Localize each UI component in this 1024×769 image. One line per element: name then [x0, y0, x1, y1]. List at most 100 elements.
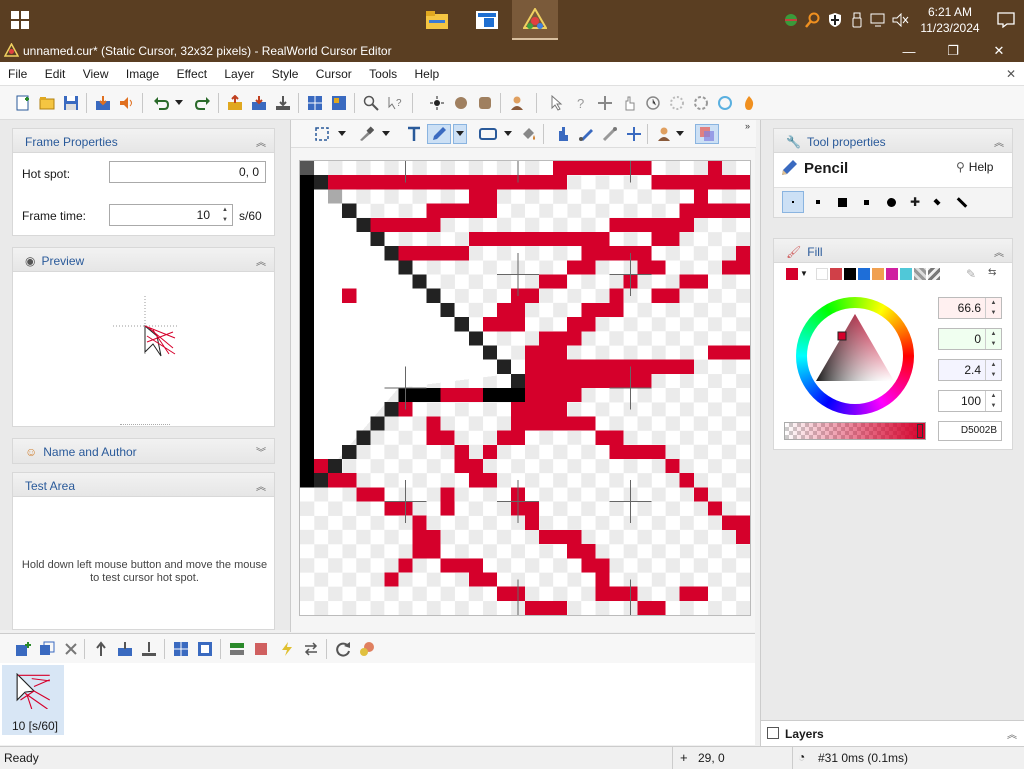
collapse-chevron-icon[interactable]: ︽: [256, 478, 266, 493]
effect-sparkle-icon[interactable]: [428, 94, 446, 112]
palette-grid-icon[interactable]: [330, 94, 348, 112]
color-picker-icon[interactable]: ✎: [966, 267, 976, 281]
swatch-pattern-1[interactable]: [914, 268, 926, 280]
search-tray-icon[interactable]: [802, 0, 824, 40]
frame-grid-icon[interactable]: [172, 640, 190, 658]
alpha-field[interactable]: 100 ▲ ▼: [938, 390, 1002, 412]
toolbar-overflow-icon[interactable]: »: [745, 121, 750, 131]
swatch-pattern-2[interactable]: [928, 268, 940, 280]
profile-dropdown-icon[interactable]: [675, 125, 685, 143]
brush-size-3[interactable]: [838, 198, 847, 207]
rectangle-tool-icon[interactable]: [479, 125, 497, 143]
swatch-orange[interactable]: [872, 268, 884, 280]
swap-frames-icon[interactable]: [302, 640, 320, 658]
security-shield-icon[interactable]: [824, 0, 846, 40]
menu-effect[interactable]: Effect: [177, 62, 207, 81]
menu-layer[interactable]: Layer: [224, 62, 254, 81]
expand-chevron-icon[interactable]: ︽: [1007, 726, 1017, 741]
loading-ring-icon[interactable]: [692, 94, 710, 112]
eyedropper-icon[interactable]: [357, 125, 375, 143]
brush-size-5[interactable]: [887, 198, 896, 207]
frame-effect-icon[interactable]: [278, 640, 296, 658]
maximize-button[interactable]: ❐: [930, 40, 976, 62]
delete-frame-icon[interactable]: [62, 640, 80, 658]
busy-cursor-icon[interactable]: [644, 94, 662, 112]
brush-size-4[interactable]: [864, 200, 869, 205]
collapse-chevron-icon[interactable]: ︽: [994, 134, 1004, 149]
merge-icon[interactable]: [274, 94, 292, 112]
color-wheel[interactable]: [796, 297, 914, 415]
current-color-swatch[interactable]: [786, 268, 798, 280]
layers-panel-header[interactable]: Layers ︽: [761, 720, 1024, 746]
grid-icon[interactable]: [306, 94, 324, 112]
app-window-icon[interactable]: [464, 0, 510, 40]
hotspot-tool-icon[interactable]: [625, 125, 643, 143]
menu-image[interactable]: Image: [126, 62, 159, 81]
pencil-tool-icon[interactable]: [427, 124, 451, 144]
name-author-header[interactable]: ☺ Name and Author ︾: [13, 439, 274, 463]
network-app-icon[interactable]: [780, 0, 802, 40]
swatch-blue[interactable]: [858, 268, 870, 280]
eyedropper-dropdown-icon[interactable]: [381, 125, 391, 143]
shape-dropdown-icon[interactable]: [503, 125, 513, 143]
move-frame-up-icon[interactable]: [92, 640, 110, 658]
hex-color-field[interactable]: D5002B: [938, 421, 1002, 441]
hue-spinner[interactable]: ▲ ▼: [985, 298, 1001, 318]
swatch-magenta[interactable]: [886, 268, 898, 280]
menu-cursor[interactable]: Cursor: [316, 62, 352, 81]
ring-cursor-icon[interactable]: [716, 94, 734, 112]
brush-size-1[interactable]: [782, 191, 804, 213]
hand-cursor-icon[interactable]: [620, 94, 638, 112]
tool-properties-header[interactable]: 🔧 Tool properties ︽: [774, 129, 1012, 153]
saturation-field[interactable]: 0 ▲ ▼: [938, 328, 1002, 350]
add-frame-icon[interactable]: [14, 640, 32, 658]
close-window-button[interactable]: ✕: [976, 40, 1022, 62]
open-folder-icon[interactable]: [38, 94, 56, 112]
menu-file[interactable]: File: [8, 62, 27, 81]
layers-toggle-icon[interactable]: [695, 124, 719, 144]
swatch-cyan[interactable]: [900, 268, 912, 280]
collapse-chevron-icon[interactable]: ︽: [256, 134, 266, 149]
swap-colors-icon[interactable]: ⇆: [988, 267, 996, 278]
cursor-editor-taskbar-icon[interactable]: [512, 0, 558, 40]
frame-settings-icon[interactable]: [358, 640, 376, 658]
user-profile-icon[interactable]: [655, 125, 673, 143]
new-icon[interactable]: [14, 94, 32, 112]
layer-down-icon[interactable]: [250, 94, 268, 112]
alpha-spinner[interactable]: ▲ ▼: [985, 391, 1001, 411]
volume-muted-icon[interactable]: [890, 0, 912, 40]
frame-layer-icon[interactable]: [228, 640, 246, 658]
fire-cursor-icon[interactable]: [740, 94, 758, 112]
smudge-tool-icon[interactable]: [601, 125, 619, 143]
fill-header[interactable]: 🖌 Fill ︽: [774, 239, 1012, 263]
hue-field[interactable]: 66.6 ▲ ▼: [938, 297, 1002, 319]
brush-tool-icon[interactable]: [577, 125, 595, 143]
cursor-canvas-image[interactable]: [300, 161, 750, 615]
system-clock[interactable]: 6:21 AM 11/23/2024: [912, 4, 988, 36]
frame-properties-header[interactable]: Frame Properties ︽: [13, 129, 274, 153]
brush-size-2[interactable]: [816, 200, 820, 204]
undo-icon[interactable]: [152, 94, 170, 112]
zoom-icon[interactable]: [362, 94, 380, 112]
color-triangle[interactable]: [796, 297, 914, 415]
minimize-button[interactable]: —: [886, 40, 932, 62]
undo-dropdown-icon[interactable]: [174, 94, 184, 112]
working-cursor-icon[interactable]: [668, 94, 686, 112]
menu-tools[interactable]: Tools: [369, 62, 397, 81]
frame-thumbnail[interactable]: 10 [s/60]: [2, 665, 64, 735]
arrow-cursor-icon[interactable]: [548, 94, 566, 112]
select-dropdown-icon[interactable]: [337, 125, 347, 143]
expand-chevron-icon[interactable]: ︾: [256, 444, 266, 459]
layer-up-icon[interactable]: [226, 94, 244, 112]
hotspot-input[interactable]: 0, 0: [109, 161, 266, 183]
test-area-header[interactable]: Test Area ︽: [13, 473, 274, 497]
alpha-slider[interactable]: [784, 422, 926, 440]
bevel-icon[interactable]: [476, 94, 494, 112]
tool-help-button[interactable]: ⚲ Help: [956, 160, 993, 174]
swatch-black[interactable]: [844, 268, 856, 280]
collapse-chevron-icon[interactable]: ︽: [256, 253, 266, 268]
brush-size-7[interactable]: [933, 198, 941, 206]
pencil-dropdown-icon[interactable]: [453, 124, 467, 144]
notification-icon[interactable]: [988, 0, 1024, 40]
move-tool-icon[interactable]: [553, 125, 571, 143]
